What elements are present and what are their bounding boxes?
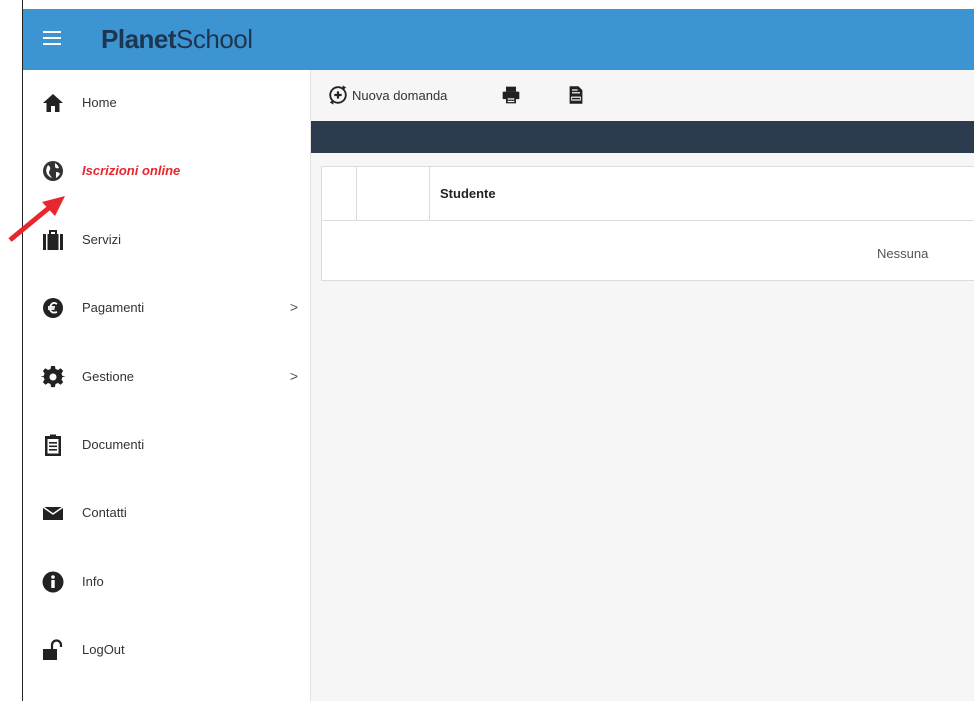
column-header-studente[interactable]: Studente xyxy=(440,186,496,201)
sidebar-item-contatti[interactable]: Contatti xyxy=(23,493,310,533)
euro-icon xyxy=(43,298,63,318)
main-content: Studente Nessuna xyxy=(311,153,974,701)
sidebar-item-label: LogOut xyxy=(82,642,125,657)
empty-table-message: Nessuna xyxy=(877,246,929,261)
print-button[interactable] xyxy=(501,83,521,107)
table-header-row: Studente xyxy=(322,167,974,221)
sidebar-item-documenti[interactable]: Documenti xyxy=(23,425,310,465)
sidebar-item-label: Iscrizioni online xyxy=(82,163,181,178)
applications-table: Studente Nessuna xyxy=(321,166,974,281)
unlock-icon xyxy=(43,639,63,660)
app-header: PlanetSchool xyxy=(23,9,974,70)
sidebar-item-iscrizioni-online[interactable]: Iscrizioni online xyxy=(23,151,310,191)
column-divider xyxy=(429,167,430,220)
sidebar-item-label: Home xyxy=(82,95,117,110)
sidebar-item-gestione[interactable]: Gestione > xyxy=(23,357,310,397)
logo-light: School xyxy=(176,24,253,54)
refresh-plus-icon xyxy=(329,85,347,105)
annotation-arrow xyxy=(8,196,65,242)
export-button[interactable] xyxy=(568,83,584,107)
sidebar: Home Iscrizioni online Servizi Pagamenti… xyxy=(23,70,311,701)
sidebar-item-logout[interactable]: LogOut xyxy=(23,630,310,670)
gear-icon xyxy=(41,365,65,388)
menu-hamburger-icon[interactable] xyxy=(43,31,61,47)
printer-icon xyxy=(502,86,520,104)
sidebar-item-label: Pagamenti xyxy=(82,300,145,315)
sidebar-item-pagamenti[interactable]: Pagamenti > xyxy=(23,288,310,328)
envelope-icon xyxy=(42,506,64,520)
sidebar-item-home[interactable]: Home xyxy=(23,83,310,123)
logo-bold: Planet xyxy=(101,24,177,54)
sidebar-item-label: Info xyxy=(82,574,104,589)
sidebar-item-info[interactable]: Info xyxy=(23,562,310,602)
new-application-label: Nuova domanda xyxy=(352,87,448,103)
new-application-button[interactable]: Nuova domanda xyxy=(327,83,447,107)
sidebar-item-label: Gestione xyxy=(82,369,135,384)
section-header-bar xyxy=(311,121,974,153)
sidebar-item-label: Servizi xyxy=(82,232,122,247)
chevron-right-icon: > xyxy=(289,368,298,384)
column-divider xyxy=(356,167,357,220)
toolbar: Nuova domanda xyxy=(311,70,974,122)
app-logo[interactable]: PlanetSchool xyxy=(101,24,253,55)
clipboard-icon xyxy=(45,434,61,456)
home-icon xyxy=(43,94,63,112)
sidebar-item-label: Contatti xyxy=(82,505,127,520)
sidebar-item-label: Documenti xyxy=(82,437,145,452)
chevron-right-icon: > xyxy=(289,299,298,315)
globe-icon xyxy=(43,161,63,181)
document-export-icon xyxy=(569,86,583,104)
info-icon xyxy=(42,571,64,593)
